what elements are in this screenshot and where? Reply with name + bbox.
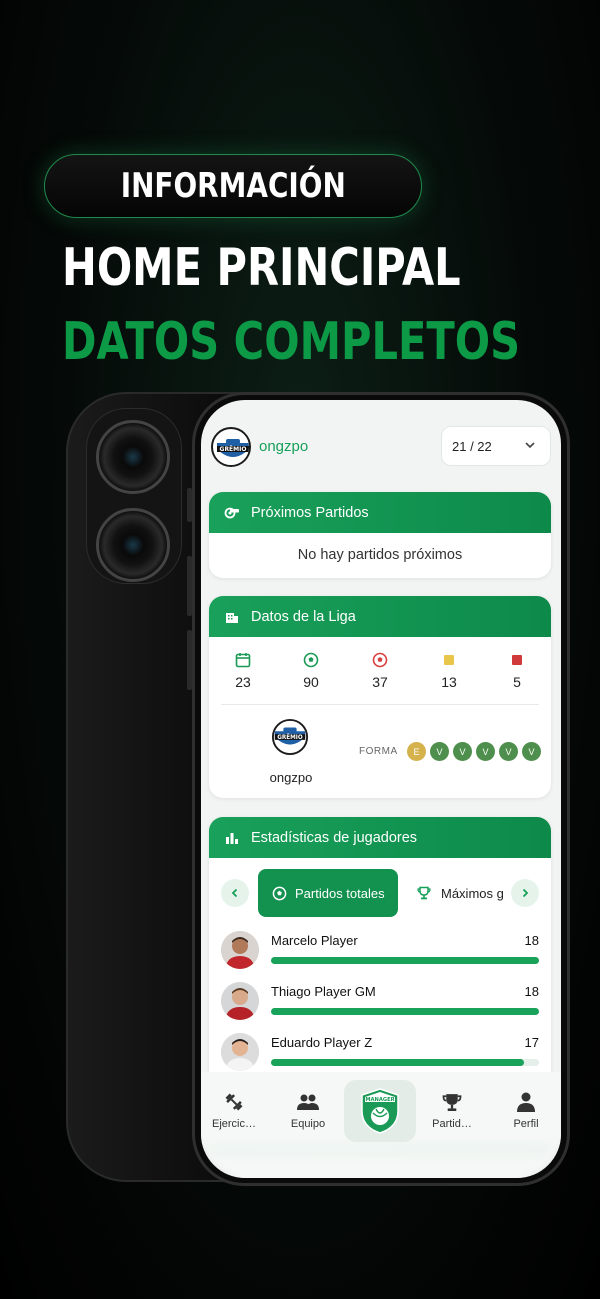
progress-fill xyxy=(271,1059,524,1066)
nav-item-matches[interactable]: Partid… xyxy=(419,1090,485,1130)
camera-lens-bottom xyxy=(96,508,170,582)
stat-matches: 23 xyxy=(213,650,273,690)
soccer-ball-conceded-icon xyxy=(350,650,410,670)
calendar-icon xyxy=(213,650,273,670)
league-data-card: Datos de la Liga 23 90 37 13 5 GRÊMIO on… xyxy=(209,596,551,798)
divider xyxy=(221,704,539,705)
avatar xyxy=(221,1033,259,1071)
progress-track xyxy=(271,957,539,964)
person-icon xyxy=(493,1090,559,1114)
headline-home-principal: HOME PRINCIPAL xyxy=(62,238,461,298)
stat-value: 37 xyxy=(372,674,388,690)
trophy-icon xyxy=(417,886,431,900)
team-logo-text: GRÊMIO xyxy=(277,733,303,741)
stat-value: 13 xyxy=(441,674,457,690)
chevron-left-icon[interactable] xyxy=(221,879,249,907)
stat-value: 23 xyxy=(235,674,251,690)
bottom-nav: Ejercic… Equipo MANAGER Partid… Perfil xyxy=(201,1072,561,1178)
avatar xyxy=(221,931,259,969)
player-name: Eduardo Player Z xyxy=(271,1035,373,1050)
progress-track xyxy=(271,1059,539,1066)
soccer-ball-icon xyxy=(272,886,287,901)
avatar xyxy=(221,982,259,1020)
chevron-down-icon xyxy=(524,439,536,454)
stat-red-cards: 5 xyxy=(487,650,547,690)
league-team-name: ongzpo xyxy=(269,770,313,785)
headline-datos-completos: DATOS COMPLETOS xyxy=(62,312,521,372)
nav-label: Equipo xyxy=(290,1118,326,1130)
tab-label: Partidos totales xyxy=(295,885,385,901)
stats-tabs: Partidos totales Máximos g xyxy=(209,869,551,917)
app-header: GRÊMIO ongzpo 21 / 22 xyxy=(201,400,561,492)
team-logo: GRÊMIO xyxy=(271,718,309,756)
player-row[interactable]: Thiago Player GM 18 xyxy=(209,982,551,1026)
progress-track xyxy=(271,1008,539,1015)
progress-fill xyxy=(271,957,539,964)
form-label: FORMA xyxy=(359,746,398,757)
player-value: 18 xyxy=(524,984,539,999)
tab-top-scorers[interactable]: Máximos g xyxy=(417,869,505,917)
manager-logo-icon: MANAGER xyxy=(361,1088,399,1134)
next-matches-title: Próximos Partidos xyxy=(251,504,369,521)
team-logo[interactable]: GRÊMIO xyxy=(211,427,251,467)
chevron-right-icon[interactable] xyxy=(511,879,539,907)
camera-lens-top xyxy=(96,420,170,494)
bar-chart-icon xyxy=(223,831,241,845)
yellow-card-icon xyxy=(419,650,479,670)
stat-value: 5 xyxy=(513,674,521,690)
info-badge: INFORMACIÓN xyxy=(44,154,422,218)
player-row[interactable]: Eduardo Player Z 17 xyxy=(209,1033,551,1077)
nav-home-button[interactable]: MANAGER xyxy=(344,1080,416,1142)
form-result-pill: V xyxy=(522,742,541,761)
nav-label: Perfil xyxy=(513,1118,539,1130)
nav-label: Ejercic… xyxy=(211,1118,256,1130)
player-name: Marcelo Player xyxy=(271,933,358,948)
dumbbell-icon xyxy=(201,1090,267,1114)
league-data-header: Datos de la Liga xyxy=(209,596,551,637)
player-name: Thiago Player GM xyxy=(271,984,376,999)
progress-fill xyxy=(271,1008,539,1015)
soccer-ball-icon xyxy=(281,650,341,670)
info-badge-label: INFORMACIÓN xyxy=(120,166,346,206)
stat-goals-conceded: 37 xyxy=(350,650,410,690)
manager-logo-text: MANAGER xyxy=(365,1097,394,1103)
player-stats-header: Estadísticas de jugadores xyxy=(209,817,551,858)
tab-label: Máximos g xyxy=(441,885,504,901)
team-name: ongzpo xyxy=(259,438,309,455)
red-card-icon xyxy=(487,650,547,670)
whistle-icon xyxy=(223,507,241,519)
next-matches-header: Próximos Partidos xyxy=(209,492,551,533)
tab-total-matches[interactable]: Partidos totales xyxy=(258,869,398,917)
form-result-pill: V xyxy=(499,742,518,761)
form-result-pill: V xyxy=(476,742,495,761)
player-row[interactable]: Marcelo Player 18 xyxy=(209,931,551,975)
season-select[interactable]: 21 / 22 xyxy=(441,426,551,466)
nav-item-team[interactable]: Equipo xyxy=(275,1090,341,1130)
nav-item-profile[interactable]: Perfil xyxy=(493,1090,559,1130)
form-result-pill: V xyxy=(453,742,472,761)
form-result-pill: V xyxy=(430,742,449,761)
player-value: 18 xyxy=(524,933,539,948)
stat-yellow-cards: 13 xyxy=(419,650,479,690)
stat-value: 90 xyxy=(303,674,319,690)
team-logo-text: GRÊMIO xyxy=(220,445,247,453)
team-icon xyxy=(275,1090,341,1114)
stat-goals-scored: 90 xyxy=(281,650,341,690)
trophy-icon xyxy=(419,1090,485,1114)
next-matches-card: Próximos Partidos No hay partidos próxim… xyxy=(209,492,551,578)
league-data-title: Datos de la Liga xyxy=(251,608,356,625)
app-screen: GRÊMIO ongzpo 21 / 22 Próximos Partidos … xyxy=(201,400,561,1178)
nav-item-exercises[interactable]: Ejercic… xyxy=(201,1090,267,1130)
player-value: 17 xyxy=(524,1035,539,1050)
season-value: 21 / 22 xyxy=(452,438,492,454)
building-icon xyxy=(223,610,241,624)
form-result-pill: E xyxy=(407,742,426,761)
no-matches-message: No hay partidos próximos xyxy=(297,547,463,563)
player-stats-title: Estadísticas de jugadores xyxy=(251,829,418,846)
nav-label: Partid… xyxy=(432,1118,472,1130)
